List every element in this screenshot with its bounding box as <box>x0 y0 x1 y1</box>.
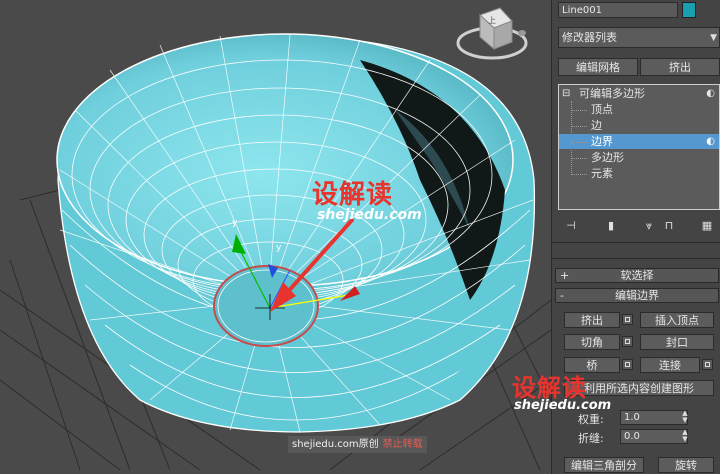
modifier-list-label: 修改器列表 <box>562 31 617 44</box>
light-bulb-icon[interactable]: ◐ <box>706 86 715 101</box>
edit-triangulation-button[interactable]: 编辑三角剖分 <box>564 457 644 473</box>
remove-modifier-icon[interactable]: ⊓ <box>660 217 678 235</box>
stack-item-border[interactable]: 边界 ◐ <box>559 134 719 149</box>
max-window: y y x 上 设解读 shejiedu.com shejiedu.com原创 … <box>0 0 720 474</box>
turn-button[interactable]: 旋转 <box>658 457 714 473</box>
copyright-notice: 禁止转载 <box>382 439 423 450</box>
stack-expander-icon[interactable]: ⊟ <box>562 86 570 101</box>
modifier-stack: ⊟ 可编辑多边形 ◐ 顶点 边 边界 ◐ 多边形 元素 <box>558 84 720 210</box>
extrude-settings-icon[interactable] <box>622 314 633 325</box>
command-panel: Line001 修改器列表 ▼ 编辑网格 挤出 ⊟ 可编辑多边形 ◐ 顶点 边 <box>512 0 720 474</box>
dropdown-arrow-icon: ▼ <box>710 33 717 43</box>
extrude-modifier-button[interactable]: 挤出 <box>640 58 720 76</box>
pin-stack-icon[interactable]: ⊣ <box>562 217 580 235</box>
stack-item-vertex[interactable]: 顶点 <box>559 102 717 117</box>
svg-text:y: y <box>276 243 282 253</box>
configure-modifier-sets-icon[interactable]: ▦ <box>698 217 716 235</box>
copyright-banner: shejiedu.com原创 禁止转载 <box>288 436 427 453</box>
bridge-settings-icon[interactable] <box>622 359 633 370</box>
stack-item-label: 顶点 <box>591 103 613 116</box>
object-name-field[interactable]: Line001 <box>558 2 678 18</box>
connect-button[interactable]: 连接 <box>640 357 700 373</box>
object-color-swatch[interactable] <box>682 2 696 18</box>
show-end-result-icon[interactable]: ▮ <box>602 217 620 235</box>
watermark-logo: 设解读 <box>312 180 394 210</box>
rollout-title: 软选择 <box>620 269 654 282</box>
stack-toolbar: ⊣ ▮ ⩔ ⊓ ▦ <box>558 217 720 237</box>
edit-mesh-button[interactable]: 编辑网格 <box>558 58 638 76</box>
stack-item-label: 边界 <box>591 135 613 148</box>
svg-text:x: x <box>360 275 366 285</box>
weight-spin-arrows-icon[interactable]: ▲ ▼ <box>680 410 690 425</box>
soft-selection-rollout[interactable]: + 软选择 <box>555 268 719 283</box>
stack-item-element[interactable]: 元素 <box>559 166 717 181</box>
light-bulb-icon[interactable]: ◐ <box>706 134 715 149</box>
modifier-list-dropdown[interactable]: 修改器列表 ▼ <box>558 27 720 48</box>
edit-borders-rollout[interactable]: - 编辑边界 <box>555 288 719 303</box>
crease-spinner[interactable]: 0.0 <box>620 429 688 444</box>
stack-item-edge[interactable]: 边 <box>559 118 717 133</box>
viewport-scene: y y x 上 <box>0 7 551 471</box>
crease-label: 折缝: <box>578 432 604 445</box>
rollout-title: 编辑边界 <box>615 289 659 302</box>
cap-button[interactable]: 封口 <box>640 334 714 350</box>
insert-vertex-button[interactable]: 插入顶点 <box>640 312 714 328</box>
extrude-border-button[interactable]: 挤出 <box>564 312 620 328</box>
weight-spinner[interactable]: 1.0 <box>620 410 688 425</box>
stack-item-label: 边 <box>591 119 602 132</box>
copyright-site: shejiedu.com原创 <box>292 439 379 450</box>
stack-item-polygon[interactable]: 多边形 <box>559 150 717 165</box>
viewcube: 上 <box>456 7 528 60</box>
bowl-mesh <box>56 33 536 433</box>
connect-settings-icon[interactable] <box>702 359 713 370</box>
rollout-toggle-icon: + <box>560 269 570 282</box>
svg-text:y: y <box>232 218 238 228</box>
viewcube-face-label: 上 <box>488 16 496 25</box>
crease-spin-arrows-icon[interactable]: ▲ ▼ <box>680 429 690 444</box>
watermark-url: shejiedu.com <box>317 207 422 223</box>
perspective-viewport[interactable]: y y x 上 设解读 shejiedu.com shejiedu.com原创 … <box>0 0 551 474</box>
stack-item-label: 元素 <box>591 167 613 180</box>
watermark-url: shejiedu.com <box>514 398 612 413</box>
rollout-toggle-icon: - <box>560 289 564 302</box>
stack-root-label: 可编辑多边形 <box>579 87 645 100</box>
make-unique-icon[interactable]: ⩔ <box>640 217 658 235</box>
weight-label: 权重: <box>578 413 604 426</box>
stack-item-editable-poly[interactable]: ⊟ 可编辑多边形 ◐ <box>559 86 717 101</box>
chamfer-settings-icon[interactable] <box>622 336 633 347</box>
chamfer-button[interactable]: 切角 <box>564 334 620 350</box>
stack-item-label: 多边形 <box>591 151 624 164</box>
